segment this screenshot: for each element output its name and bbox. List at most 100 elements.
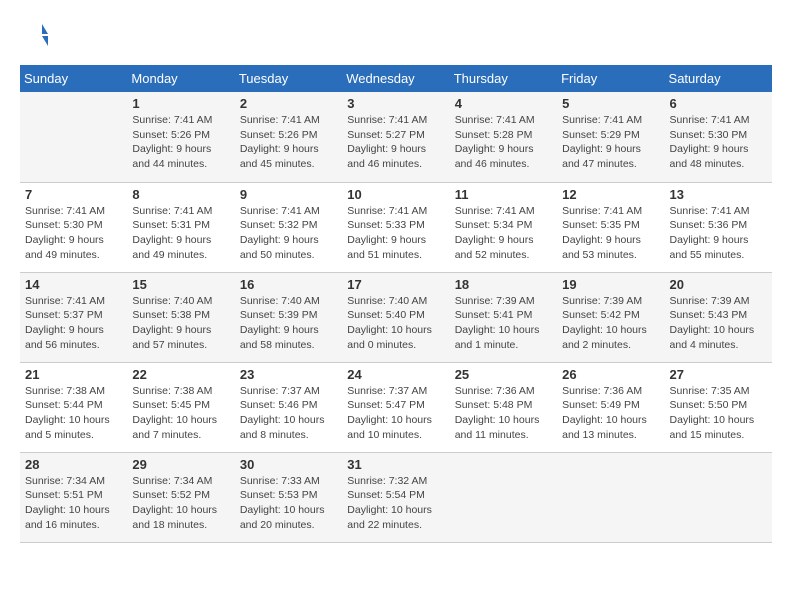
day-number: 10 [347, 187, 444, 202]
day-info: Sunrise: 7:41 AM Sunset: 5:36 PM Dayligh… [670, 204, 767, 263]
weekday-header: Sunday [20, 65, 127, 92]
calendar-day-cell: 11 Sunrise: 7:41 AM Sunset: 5:34 PM Dayl… [450, 182, 557, 272]
calendar-week-row: 28 Sunrise: 7:34 AM Sunset: 5:51 PM Dayl… [20, 452, 772, 542]
calendar-day-cell: 27 Sunrise: 7:35 AM Sunset: 5:50 PM Dayl… [665, 362, 772, 452]
day-info: Sunrise: 7:41 AM Sunset: 5:34 PM Dayligh… [455, 204, 552, 263]
calendar-day-cell: 30 Sunrise: 7:33 AM Sunset: 5:53 PM Dayl… [235, 452, 342, 542]
day-info: Sunrise: 7:41 AM Sunset: 5:26 PM Dayligh… [240, 113, 337, 172]
day-info: Sunrise: 7:40 AM Sunset: 5:38 PM Dayligh… [132, 294, 229, 353]
day-info: Sunrise: 7:36 AM Sunset: 5:48 PM Dayligh… [455, 384, 552, 443]
day-number: 31 [347, 457, 444, 472]
day-info: Sunrise: 7:41 AM Sunset: 5:28 PM Dayligh… [455, 113, 552, 172]
calendar-day-cell: 4 Sunrise: 7:41 AM Sunset: 5:28 PM Dayli… [450, 92, 557, 182]
day-number: 20 [670, 277, 767, 292]
day-number: 24 [347, 367, 444, 382]
day-number: 14 [25, 277, 122, 292]
day-info: Sunrise: 7:41 AM Sunset: 5:30 PM Dayligh… [670, 113, 767, 172]
calendar-day-cell: 25 Sunrise: 7:36 AM Sunset: 5:48 PM Dayl… [450, 362, 557, 452]
day-number: 5 [562, 96, 659, 111]
calendar-day-cell: 15 Sunrise: 7:40 AM Sunset: 5:38 PM Dayl… [127, 272, 234, 362]
calendar-day-cell: 23 Sunrise: 7:37 AM Sunset: 5:46 PM Dayl… [235, 362, 342, 452]
day-info: Sunrise: 7:41 AM Sunset: 5:35 PM Dayligh… [562, 204, 659, 263]
calendar-day-cell: 24 Sunrise: 7:37 AM Sunset: 5:47 PM Dayl… [342, 362, 449, 452]
day-info: Sunrise: 7:41 AM Sunset: 5:37 PM Dayligh… [25, 294, 122, 353]
calendar-day-cell: 28 Sunrise: 7:34 AM Sunset: 5:51 PM Dayl… [20, 452, 127, 542]
day-number: 28 [25, 457, 122, 472]
day-info: Sunrise: 7:32 AM Sunset: 5:54 PM Dayligh… [347, 474, 444, 533]
day-number: 7 [25, 187, 122, 202]
day-number: 4 [455, 96, 552, 111]
day-info: Sunrise: 7:40 AM Sunset: 5:40 PM Dayligh… [347, 294, 444, 353]
calendar-day-cell: 12 Sunrise: 7:41 AM Sunset: 5:35 PM Dayl… [557, 182, 664, 272]
day-number: 15 [132, 277, 229, 292]
calendar-day-cell: 16 Sunrise: 7:40 AM Sunset: 5:39 PM Dayl… [235, 272, 342, 362]
day-info: Sunrise: 7:41 AM Sunset: 5:31 PM Dayligh… [132, 204, 229, 263]
day-info: Sunrise: 7:39 AM Sunset: 5:43 PM Dayligh… [670, 294, 767, 353]
calendar-day-cell: 5 Sunrise: 7:41 AM Sunset: 5:29 PM Dayli… [557, 92, 664, 182]
day-number: 12 [562, 187, 659, 202]
weekday-header: Thursday [450, 65, 557, 92]
calendar-week-row: 7 Sunrise: 7:41 AM Sunset: 5:30 PM Dayli… [20, 182, 772, 272]
day-info: Sunrise: 7:37 AM Sunset: 5:47 PM Dayligh… [347, 384, 444, 443]
calendar-week-row: 1 Sunrise: 7:41 AM Sunset: 5:26 PM Dayli… [20, 92, 772, 182]
day-info: Sunrise: 7:39 AM Sunset: 5:42 PM Dayligh… [562, 294, 659, 353]
day-info: Sunrise: 7:34 AM Sunset: 5:52 PM Dayligh… [132, 474, 229, 533]
day-number: 9 [240, 187, 337, 202]
weekday-header: Tuesday [235, 65, 342, 92]
calendar-week-row: 14 Sunrise: 7:41 AM Sunset: 5:37 PM Dayl… [20, 272, 772, 362]
calendar-day-cell: 8 Sunrise: 7:41 AM Sunset: 5:31 PM Dayli… [127, 182, 234, 272]
day-info: Sunrise: 7:41 AM Sunset: 5:26 PM Dayligh… [132, 113, 229, 172]
weekday-header-row: SundayMondayTuesdayWednesdayThursdayFrid… [20, 65, 772, 92]
calendar-day-cell: 6 Sunrise: 7:41 AM Sunset: 5:30 PM Dayli… [665, 92, 772, 182]
day-number: 6 [670, 96, 767, 111]
day-info: Sunrise: 7:38 AM Sunset: 5:45 PM Dayligh… [132, 384, 229, 443]
day-info: Sunrise: 7:35 AM Sunset: 5:50 PM Dayligh… [670, 384, 767, 443]
day-number: 25 [455, 367, 552, 382]
logo [20, 20, 53, 50]
day-info: Sunrise: 7:40 AM Sunset: 5:39 PM Dayligh… [240, 294, 337, 353]
day-number: 16 [240, 277, 337, 292]
day-number: 21 [25, 367, 122, 382]
calendar-day-cell [557, 452, 664, 542]
day-number: 17 [347, 277, 444, 292]
day-number: 13 [670, 187, 767, 202]
day-number: 1 [132, 96, 229, 111]
weekday-header: Monday [127, 65, 234, 92]
calendar-day-cell: 26 Sunrise: 7:36 AM Sunset: 5:49 PM Dayl… [557, 362, 664, 452]
weekday-header: Friday [557, 65, 664, 92]
day-info: Sunrise: 7:41 AM Sunset: 5:29 PM Dayligh… [562, 113, 659, 172]
calendar-day-cell [665, 452, 772, 542]
calendar-day-cell: 18 Sunrise: 7:39 AM Sunset: 5:41 PM Dayl… [450, 272, 557, 362]
calendar-day-cell [20, 92, 127, 182]
day-number: 19 [562, 277, 659, 292]
calendar-day-cell: 22 Sunrise: 7:38 AM Sunset: 5:45 PM Dayl… [127, 362, 234, 452]
day-number: 26 [562, 367, 659, 382]
day-info: Sunrise: 7:41 AM Sunset: 5:27 PM Dayligh… [347, 113, 444, 172]
day-info: Sunrise: 7:34 AM Sunset: 5:51 PM Dayligh… [25, 474, 122, 533]
day-number: 29 [132, 457, 229, 472]
day-info: Sunrise: 7:33 AM Sunset: 5:53 PM Dayligh… [240, 474, 337, 533]
day-number: 11 [455, 187, 552, 202]
calendar-day-cell: 21 Sunrise: 7:38 AM Sunset: 5:44 PM Dayl… [20, 362, 127, 452]
calendar-day-cell: 7 Sunrise: 7:41 AM Sunset: 5:30 PM Dayli… [20, 182, 127, 272]
day-info: Sunrise: 7:41 AM Sunset: 5:30 PM Dayligh… [25, 204, 122, 263]
day-info: Sunrise: 7:41 AM Sunset: 5:32 PM Dayligh… [240, 204, 337, 263]
day-number: 23 [240, 367, 337, 382]
page-header [20, 20, 772, 50]
calendar-week-row: 21 Sunrise: 7:38 AM Sunset: 5:44 PM Dayl… [20, 362, 772, 452]
calendar-day-cell [450, 452, 557, 542]
calendar-day-cell: 9 Sunrise: 7:41 AM Sunset: 5:32 PM Dayli… [235, 182, 342, 272]
calendar-day-cell: 1 Sunrise: 7:41 AM Sunset: 5:26 PM Dayli… [127, 92, 234, 182]
weekday-header: Wednesday [342, 65, 449, 92]
day-info: Sunrise: 7:37 AM Sunset: 5:46 PM Dayligh… [240, 384, 337, 443]
day-info: Sunrise: 7:41 AM Sunset: 5:33 PM Dayligh… [347, 204, 444, 263]
day-number: 30 [240, 457, 337, 472]
calendar-day-cell: 3 Sunrise: 7:41 AM Sunset: 5:27 PM Dayli… [342, 92, 449, 182]
logo-icon [20, 20, 50, 50]
day-number: 22 [132, 367, 229, 382]
calendar-day-cell: 2 Sunrise: 7:41 AM Sunset: 5:26 PM Dayli… [235, 92, 342, 182]
day-info: Sunrise: 7:38 AM Sunset: 5:44 PM Dayligh… [25, 384, 122, 443]
calendar-day-cell: 20 Sunrise: 7:39 AM Sunset: 5:43 PM Dayl… [665, 272, 772, 362]
day-number: 18 [455, 277, 552, 292]
day-number: 3 [347, 96, 444, 111]
